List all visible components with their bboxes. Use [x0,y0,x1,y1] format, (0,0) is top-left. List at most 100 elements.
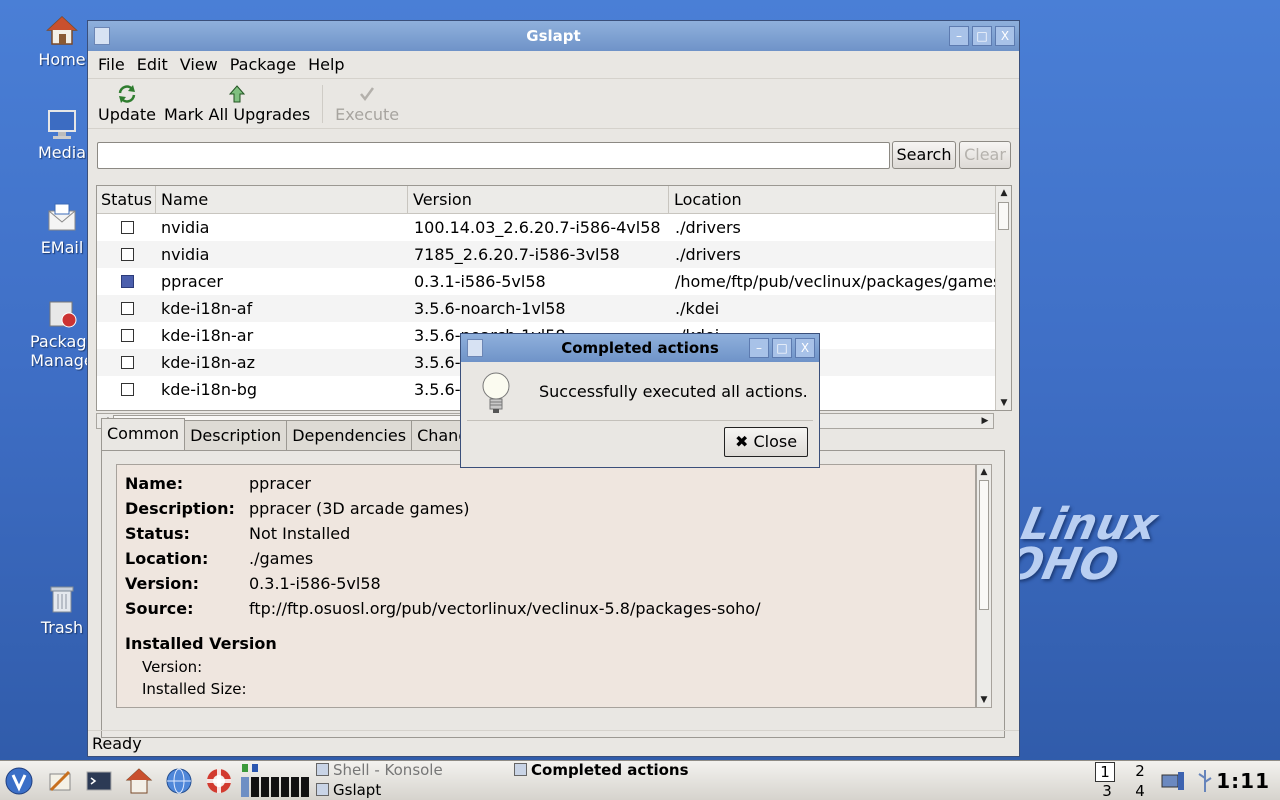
status-checkbox[interactable] [121,329,134,342]
dialog-close-button[interactable]: ✖ Close [724,427,808,457]
task-completed-actions[interactable]: Completed actions [514,761,689,779]
mail-icon [48,203,76,231]
detail-key: Location: [125,549,209,568]
dialog-maximize-button[interactable]: □ [772,338,792,358]
status-checkbox[interactable] [121,356,134,369]
scroll-down-arrow-icon[interactable]: ▼ [977,693,991,707]
maximize-button[interactable]: □ [972,26,992,46]
package-location: ./drivers [675,245,741,264]
menu-file[interactable]: File [92,55,131,74]
help-lifebuoy-icon[interactable] [204,766,234,796]
package-icon [49,301,77,328]
table-vertical-scrollbar[interactable]: ▲ ▼ [995,186,1011,410]
scroll-right-arrow-icon[interactable]: ▶ [977,414,993,428]
status-checkbox[interactable] [121,221,134,234]
web-browser-icon[interactable] [164,766,194,796]
package-name: kde-i18n-az [161,353,255,372]
package-version: 3.5.6-noarch-1vl58 [414,299,566,318]
task-label: Gslapt [333,781,382,799]
status-bar: Ready [88,730,1019,756]
task-label: Shell - Konsole [333,761,443,779]
menu-package[interactable]: Package [224,55,302,74]
dialog-minimize-button[interactable]: – [749,338,769,358]
start-menu-icon[interactable] [4,766,34,796]
terminal-icon[interactable] [84,766,114,796]
menu-view[interactable]: View [174,55,224,74]
detail-version-value: 0.3.1-i586-5vl58 [249,574,381,593]
close-icon: ✖ [734,432,749,451]
search-input[interactable] [97,142,890,169]
status-checkbox[interactable] [121,302,134,315]
search-button[interactable]: Search [892,141,956,169]
dialog-separator [467,420,813,421]
menu-help[interactable]: Help [302,55,350,74]
desktop-pager-miniview[interactable] [240,763,310,799]
minimize-button[interactable]: – [949,26,969,46]
home-folder-icon[interactable] [124,766,154,796]
package-version: 100.14.03_2.6.20.7-i586-4vl58 [414,218,661,237]
scroll-up-arrow-icon[interactable]: ▲ [996,186,1011,200]
desktop-icon-home[interactable]: Home [30,14,94,69]
desktop-icon-label: Media [37,143,87,162]
installed-size-key: Installed Size: [142,680,247,698]
status-checkbox[interactable] [121,383,134,396]
status-checkbox[interactable] [121,248,134,261]
scrollbar-thumb[interactable] [998,202,1009,230]
table-row[interactable]: kde-i18n-af 3.5.6-noarch-1vl58 ./kdei [97,295,1011,322]
checkmark-icon [356,83,378,105]
scrollbar-thumb[interactable] [979,480,989,610]
column-header-version[interactable]: Version [408,186,669,213]
table-row[interactable]: ppracer 0.3.1-i586-5vl58 /home/ftp/pub/v… [97,268,1011,295]
editor-icon[interactable] [45,766,75,796]
table-row[interactable]: nvidia 7185_2.6.20.7-i586-3vl58 ./driver… [97,241,1011,268]
desktop-icon-trash[interactable]: Trash [30,582,94,637]
package-location: ./drivers [675,218,741,237]
detail-key: Description: [125,499,235,518]
status-checkbox[interactable] [121,275,134,288]
konsole-icon [316,763,329,776]
update-button[interactable]: Update [94,83,160,124]
desktop-4-button[interactable]: 4 [1130,782,1150,800]
network-tray-icon[interactable] [1158,766,1188,796]
desktop-icon-label: Package Manage [30,332,97,370]
desktop-icon-media[interactable]: Media [30,107,94,162]
desktop-2-button[interactable]: 2 [1130,762,1150,780]
column-header-status[interactable]: Status [97,186,156,213]
dialog-close-x-button[interactable]: X [795,338,815,358]
dialog-close-label: Close [753,432,798,451]
desktop-3-button[interactable]: 3 [1097,782,1117,800]
detail-key: Version: [125,574,200,593]
window-titlebar[interactable]: Gslapt – □ X [88,21,1019,51]
desktop-icon-label: Home [38,50,86,69]
tab-panel-common: Name: ppracer Description: ppracer (3D arc… [101,450,1005,738]
installed-version-heading: Installed Version [125,634,277,653]
tab-description[interactable]: Description [184,420,288,450]
desktop-icon-email[interactable]: EMail [30,202,94,257]
scroll-down-arrow-icon[interactable]: ▼ [996,396,1011,410]
tab-common[interactable]: Common [101,418,186,450]
scroll-up-arrow-icon[interactable]: ▲ [977,465,991,479]
monitor-icon [48,110,76,139]
desktop-icon-package-manager[interactable]: Package Manage [30,296,97,370]
package-version: 7185_2.6.20.7-i586-3vl58 [414,245,620,264]
execute-button[interactable]: Execute [331,83,403,124]
column-header-location[interactable]: Location [669,186,997,213]
desktop-1-button[interactable]: 1 [1095,762,1115,782]
mark-all-label: Mark All Upgrades [163,105,311,124]
brand-line: OHO [1000,539,1123,590]
toolbar-separator [322,85,324,123]
task-shell-konsole[interactable]: Shell - Konsole [316,761,443,779]
column-header-name[interactable]: Name [156,186,408,213]
package-location: /home/ftp/pub/veclinux/packages/games [675,272,997,291]
close-window-button[interactable]: X [995,26,1015,46]
mark-all-upgrades-button[interactable]: Mark All Upgrades [160,83,314,124]
clear-button[interactable]: Clear [959,141,1011,169]
detail-status-value: Not Installed [249,524,351,543]
menu-edit[interactable]: Edit [131,55,174,74]
task-gslapt[interactable]: Gslapt [316,781,381,799]
tab-dependencies[interactable]: Dependencies [286,420,413,450]
details-vertical-scrollbar[interactable]: ▲ ▼ [976,464,992,708]
task-label: Completed actions [531,761,689,779]
dialog-titlebar[interactable]: Completed actions – □ X [461,334,819,362]
table-row[interactable]: nvidia 100.14.03_2.6.20.7-i586-4vl58 ./d… [97,214,1011,241]
